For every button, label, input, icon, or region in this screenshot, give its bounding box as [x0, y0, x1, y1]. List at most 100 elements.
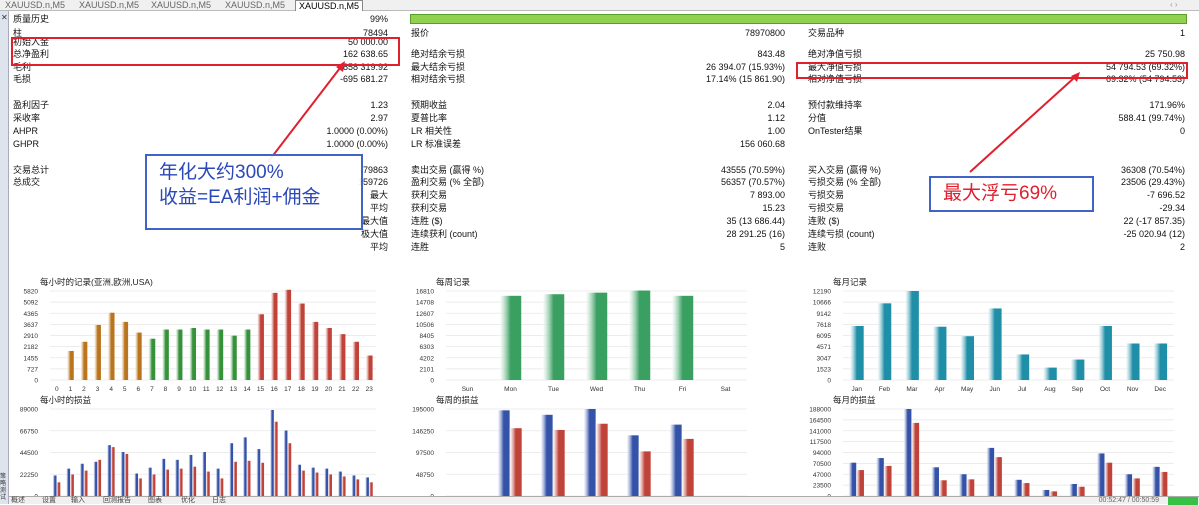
y-tick-label: 70500	[813, 461, 831, 468]
bar	[966, 479, 975, 496]
bar	[314, 472, 319, 496]
y-tick-label: 164500	[809, 417, 831, 424]
stat-label: 买入交易 (赢得 %)	[808, 165, 881, 175]
bottom-tab-bar: 概述 设置 输入 回测报告 图表 优化 日志 00:52:47 / 00:50:59	[9, 496, 1199, 505]
stat-label: 连败 ($)	[808, 216, 840, 226]
bar	[325, 328, 332, 380]
y-tick-label: 1523	[817, 366, 832, 373]
bar	[161, 458, 166, 496]
x-tick-label: 13	[230, 386, 238, 393]
bar	[162, 329, 169, 380]
stat-value: 26 394.07 (15.93%)	[705, 62, 785, 72]
x-tick-label: 5	[123, 386, 127, 393]
y-tick-label: 48750	[416, 472, 434, 479]
bar	[56, 482, 61, 496]
stat-value: 1.0000 (0.00%)	[326, 139, 388, 149]
bar	[365, 477, 369, 496]
tab-chart-1[interactable]: XAUUSD.n,M5	[76, 0, 142, 11]
symbols-label: 交易品种	[808, 28, 845, 38]
ticks-label: 报价	[411, 28, 430, 38]
tab-bar: XAUUSD.n,M5 XAUUSD.n,M5 XAUUSD.n,M5 XAUUSD.…	[0, 0, 1199, 11]
stat-value: 0	[1179, 126, 1185, 136]
bar	[229, 443, 234, 496]
close-icon[interactable]: ✕	[1, 13, 8, 22]
y-tick-label: 8405	[420, 333, 435, 340]
tab-chart-4[interactable]: XAUUSD.n,M5	[295, 0, 364, 11]
bar	[1015, 354, 1030, 380]
y-tick-label: 5092	[24, 300, 39, 307]
y-tick-label: 6303	[420, 344, 435, 351]
bar	[497, 410, 510, 496]
bar	[66, 468, 71, 496]
x-tick-label: Sat	[721, 386, 731, 393]
bar	[1104, 462, 1113, 496]
bar	[260, 462, 265, 496]
bar	[960, 336, 975, 380]
max-drawdown-highlight	[796, 62, 1188, 79]
bar	[174, 459, 179, 496]
x-tick-label: Apr	[934, 386, 945, 393]
x-tick-label: 18	[298, 386, 306, 393]
stat-label: 连败	[808, 242, 827, 252]
x-tick-label: 10	[189, 386, 197, 393]
annual-return-text: 年化大约300%	[159, 162, 284, 183]
stat-value: 1.00	[767, 126, 785, 136]
y-tick-label: 14708	[416, 300, 434, 307]
bar	[107, 445, 111, 496]
y-tick-label: 6095	[817, 333, 832, 340]
stat-value: 1.12	[767, 113, 785, 123]
bar	[994, 457, 1002, 496]
bar	[626, 435, 639, 496]
bar	[189, 328, 197, 380]
tab-chart-0[interactable]: XAUUSD.n,M5	[2, 0, 68, 11]
bar	[192, 466, 197, 496]
symbols-value: 1	[1179, 28, 1185, 38]
y-tick-label: 5820	[24, 289, 39, 296]
chart-title: 每月记录	[833, 277, 868, 287]
stat-label: 获利交易	[411, 203, 448, 213]
bar	[856, 470, 864, 496]
chart-4: 每周的损益19500014625097500487500	[408, 394, 753, 501]
bar	[877, 303, 892, 380]
x-tick-label: 12	[216, 386, 224, 393]
bar	[368, 482, 373, 496]
stat-value: 35 (13 686.44)	[726, 216, 785, 226]
bar	[1070, 359, 1085, 380]
bar	[97, 459, 102, 496]
y-tick-label: 4365	[24, 311, 39, 318]
bar	[66, 350, 74, 380]
bar	[257, 314, 264, 380]
net-profit-highlight	[11, 37, 400, 66]
stat-value: 56357 (70.57%)	[720, 177, 785, 187]
y-tick-label: 4571	[817, 344, 832, 351]
y-tick-label: 1455	[24, 355, 39, 362]
stat-label: 最大结余亏损	[411, 62, 466, 72]
bar	[215, 468, 220, 496]
ticks-value: 78970800	[744, 28, 785, 38]
stat-value: 1.23	[370, 100, 388, 110]
bar	[355, 479, 360, 496]
x-tick-label: Feb	[879, 386, 891, 393]
x-tick-label: 15	[257, 386, 265, 393]
bar	[905, 291, 919, 380]
x-tick-label: Jan	[852, 386, 863, 393]
x-tick-label: 20	[325, 386, 333, 393]
x-tick-label: May	[961, 386, 974, 393]
chart-title: 每周记录	[436, 277, 471, 287]
bar	[83, 470, 88, 496]
bar	[310, 467, 315, 496]
bar	[138, 478, 142, 496]
stat-label: 亏损交易	[808, 190, 845, 200]
x-tick-label: 2	[82, 386, 86, 393]
y-tick-label: 44500	[20, 450, 38, 457]
x-tick-label: Nov	[1127, 386, 1139, 393]
tab-chart-2[interactable]: XAUUSD.n,M5	[148, 0, 214, 11]
bar	[987, 308, 1002, 380]
y-tick-label: 4202	[420, 355, 435, 362]
tab-chart-3[interactable]: XAUUSD.n,M5	[222, 0, 288, 11]
x-tick-label: 4	[109, 386, 113, 393]
profit-source-text: 收益=EA利润+佣金	[159, 187, 321, 208]
x-tick-label: Thu	[634, 386, 646, 393]
bar	[256, 449, 261, 496]
tab-scroll-controls[interactable]: ‹ ›	[1170, 0, 1178, 9]
